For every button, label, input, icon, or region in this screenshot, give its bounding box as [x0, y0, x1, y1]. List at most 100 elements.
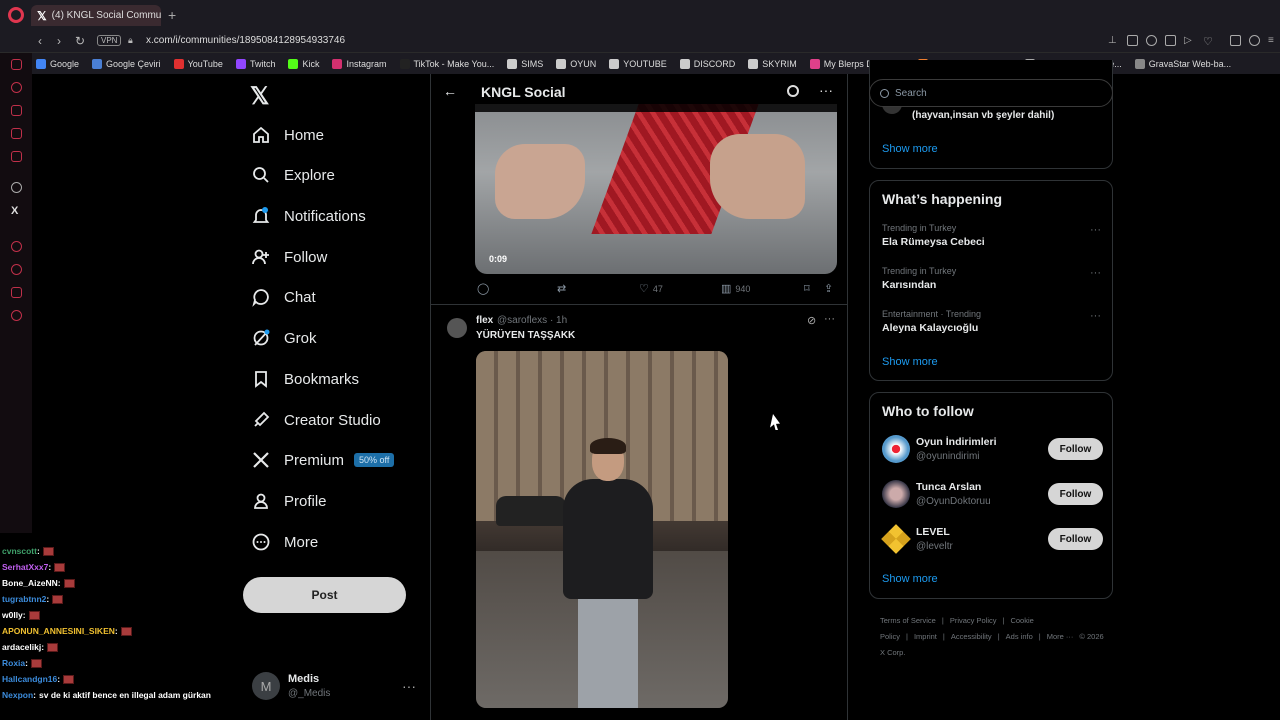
more-dots-icon[interactable]: ···: [1090, 267, 1101, 279]
bookmark-item[interactable]: Instagram: [332, 58, 387, 69]
vpn-badge[interactable]: VPN: [97, 35, 122, 46]
post-image[interactable]: [476, 351, 728, 708]
post-author-handle[interactable]: @saroflexs · 1h: [497, 315, 567, 326]
bookmark-item[interactable]: Kick: [288, 58, 319, 69]
messenger-icon[interactable]: [11, 59, 22, 70]
trend-name: Karısından: [882, 279, 937, 291]
account-switcher[interactable]: M Medis @_Medis ···: [252, 672, 422, 706]
back-arrow-icon[interactable]: ←: [443, 83, 457, 99]
more-dots-icon[interactable]: ···: [1090, 310, 1101, 322]
more-dots-icon[interactable]: ···: [824, 313, 835, 325]
footer-link[interactable]: More ···: [1047, 632, 1074, 641]
footer-link[interactable]: Ads info: [1006, 632, 1033, 641]
clock-icon[interactable]: [11, 264, 22, 275]
bookmark-item[interactable]: YOUTUBE: [609, 58, 667, 69]
section-title: Who to follow: [882, 403, 974, 419]
post-text: YÜRÜYEN TAŞŞAKK: [476, 330, 576, 341]
nav-item-creator-studio[interactable]: Creator Studio: [250, 405, 381, 435]
nav-item-profile[interactable]: Profile: [250, 486, 327, 516]
nav-item-home[interactable]: Home: [250, 120, 324, 150]
more-dots-icon[interactable]: ···: [402, 678, 416, 694]
back-icon[interactable]: ‹: [38, 34, 42, 48]
chatgpt-icon[interactable]: [11, 182, 22, 193]
follow-button[interactable]: Follow: [1048, 528, 1103, 550]
bookmark-item[interactable]: OYUN: [556, 58, 596, 69]
footer-link[interactable]: Accessibility: [951, 632, 992, 641]
opera-sidebar: X: [0, 53, 32, 533]
account-icon[interactable]: [1249, 35, 1260, 46]
puzzle-icon[interactable]: [11, 287, 22, 298]
nav-item-grok[interactable]: Grok: [250, 323, 317, 353]
more-dots-icon[interactable]: ···: [819, 82, 833, 98]
footer-link[interactable]: Privacy Policy: [950, 616, 997, 625]
chat-username: cvnscott: [2, 546, 37, 556]
browser-tab[interactable]: 𝕏 (4) KNGL Social Communi: [31, 5, 161, 26]
grok-icon[interactable]: ⊘: [807, 314, 816, 327]
nav-item-follow[interactable]: Follow: [250, 242, 327, 272]
show-more-link[interactable]: Show more: [882, 356, 938, 368]
snapshot-icon[interactable]: [1127, 35, 1138, 46]
avatar[interactable]: [447, 318, 467, 338]
search-input[interactable]: Search: [869, 79, 1113, 107]
settings-icon[interactable]: [11, 310, 22, 321]
bookmark-label: Instagram: [346, 58, 387, 69]
bookmark-item[interactable]: SIMS: [507, 58, 543, 69]
video-player[interactable]: 0:09: [475, 104, 837, 274]
bookmark-button[interactable]: ⌑: [804, 282, 814, 295]
bookmark-item[interactable]: YouTube: [173, 58, 223, 69]
mail-icon[interactable]: [11, 151, 22, 162]
url-field[interactable]: x.com/i/communities/1895084128954933746: [146, 35, 345, 46]
bookmark-item[interactable]: DISCORD: [679, 58, 735, 69]
nav-item-bookmarks[interactable]: Bookmarks: [250, 364, 359, 394]
reply-button[interactable]: ◯: [477, 282, 493, 295]
play-sidebar-icon[interactable]: [11, 241, 22, 252]
bookmark-favicon-icon: [609, 58, 620, 69]
footer-link[interactable]: Terms of Service: [880, 616, 936, 625]
x-logo-icon[interactable]: 𝕏: [250, 82, 269, 111]
shield-icon[interactable]: [1146, 35, 1157, 46]
show-more-link[interactable]: Show more: [882, 573, 938, 585]
bookmark-item[interactable]: GravaStar Web-ba...: [1134, 58, 1231, 69]
repost-button[interactable]: ⇄: [557, 282, 570, 295]
reload-icon[interactable]: ↻: [75, 34, 85, 48]
bookmark-item[interactable]: SKYRIM: [748, 58, 797, 69]
history-icon[interactable]: [11, 82, 22, 93]
bookmark-item[interactable]: Google Çeviri: [92, 58, 161, 69]
wallet-icon[interactable]: [11, 105, 22, 116]
like-button[interactable]: ♡ 47: [639, 282, 663, 295]
nav-item-premium[interactable]: Premium 50% off: [250, 445, 395, 475]
pin-icon[interactable]: ⊥: [1108, 35, 1119, 46]
post-button[interactable]: Post: [243, 577, 406, 613]
menu-icon[interactable]: ≡: [1268, 35, 1279, 46]
share-button[interactable]: ⇪: [824, 282, 837, 295]
opera-logo-icon[interactable]: [8, 7, 24, 23]
chat-separator: :: [48, 562, 52, 572]
bookmark-item[interactable]: Google: [36, 58, 79, 69]
post-author-name[interactable]: flex: [476, 315, 493, 326]
follow-button[interactable]: Follow: [1048, 483, 1103, 505]
follow-button[interactable]: Follow: [1048, 438, 1103, 460]
more-dots-icon[interactable]: ···: [1090, 224, 1101, 236]
translate-icon[interactable]: [1165, 35, 1176, 46]
footer-link[interactable]: Imprint: [914, 632, 937, 641]
play-icon[interactable]: ▷: [1184, 35, 1195, 46]
bookmark-item[interactable]: TikTok - Make You...: [399, 58, 494, 69]
extensions-icon[interactable]: [1230, 35, 1241, 46]
search-icon[interactable]: [787, 85, 799, 97]
player-icon[interactable]: [11, 128, 22, 139]
views-button[interactable]: ▥ 940: [721, 282, 750, 295]
x-sidebar-icon[interactable]: X: [11, 205, 22, 217]
follow-icon: [250, 246, 272, 268]
heart-icon[interactable]: ♡: [1203, 35, 1214, 48]
lock-icon[interactable]: 🔒︎: [128, 35, 133, 46]
bookmark-item[interactable]: Twitch: [235, 58, 275, 69]
forward-icon[interactable]: ›: [57, 34, 61, 48]
chat-message: w0lly :: [2, 607, 242, 623]
who-to-follow-card: Who to follow Oyun İndirimleri @oyunindir…: [869, 392, 1113, 599]
show-more-link[interactable]: Show more: [882, 143, 938, 155]
nav-item-explore[interactable]: Explore: [250, 160, 335, 190]
nav-item-notifications[interactable]: Notifications: [250, 201, 366, 231]
nav-item-chat[interactable]: Chat: [250, 282, 316, 312]
nav-item-more[interactable]: More: [250, 527, 318, 557]
new-tab-icon[interactable]: +: [168, 7, 176, 23]
